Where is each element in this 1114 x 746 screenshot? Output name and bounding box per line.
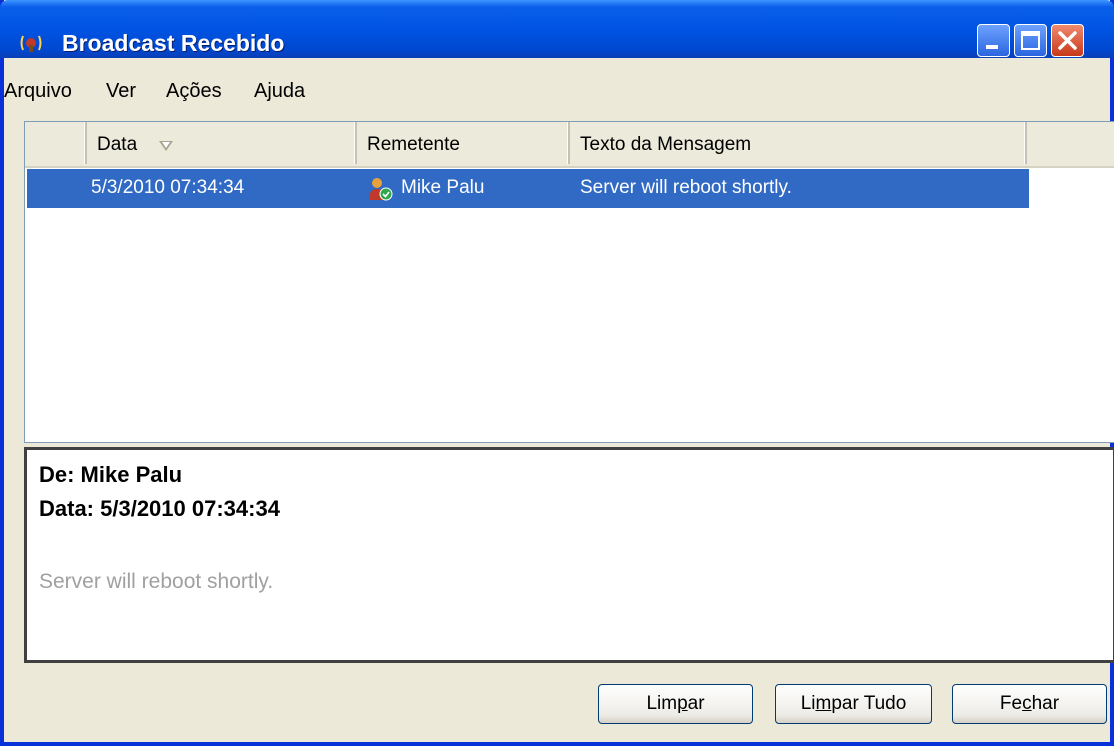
close-button-mnemonic: c: [1022, 693, 1032, 714]
close-window-button[interactable]: [1051, 24, 1084, 57]
clear-button-label-end: ar: [687, 693, 705, 714]
row-sender: Mike Palu: [401, 177, 485, 198]
clear-all-button-label: Li: [800, 693, 816, 714]
user-online-icon: [369, 178, 393, 201]
minimize-icon: [986, 45, 998, 49]
maximize-button[interactable]: [1014, 24, 1047, 57]
menu-ver[interactable]: Ver: [106, 80, 136, 103]
list-header: Data Remetente Texto da Mensagem: [25, 122, 1114, 168]
menu-bar: Arquivo Ver Ações Ajuda: [4, 58, 1110, 110]
minimize-button[interactable]: [977, 24, 1010, 57]
clear-all-button[interactable]: Limpar Tudo: [775, 684, 932, 724]
menu-acoes[interactable]: Ações: [166, 80, 222, 103]
clear-all-button-label-end: par Tudo: [831, 693, 907, 714]
sort-descending-icon: [159, 141, 173, 151]
close-button-label-end: har: [1031, 693, 1060, 714]
preview-body: Server will reboot shortly.: [39, 570, 274, 593]
clear-button-mnemonic: p: [677, 693, 688, 714]
menu-arquivo[interactable]: Arquivo: [4, 80, 72, 103]
message-preview: De: Mike Palu Data: 5/3/2010 07:34:34 Se…: [24, 447, 1114, 663]
preview-from: De: Mike Palu: [39, 462, 183, 487]
menu-ajuda[interactable]: Ajuda: [254, 80, 305, 103]
maximize-icon: [1021, 31, 1040, 50]
broadcast-icon: [20, 35, 42, 52]
clear-button-label: Lim: [646, 693, 678, 714]
column-header-data[interactable]: Data: [87, 122, 357, 164]
column-header-texto[interactable]: Texto da Mensagem: [570, 122, 1027, 164]
clear-all-button-mnemonic: m: [815, 693, 832, 714]
column-header-data-label: Data: [97, 134, 138, 155]
clear-button[interactable]: Limpar: [598, 684, 753, 724]
close-button-label: Fe: [999, 693, 1023, 714]
row-date: 5/3/2010 07:34:34: [91, 177, 245, 198]
column-header-icon[interactable]: [25, 122, 87, 164]
window-title: Broadcast Recebido: [62, 30, 285, 56]
message-list[interactable]: Data Remetente Texto da Mensagem 5/3/201…: [24, 121, 1114, 443]
preview-date: Data: 5/3/2010 07:34:34: [39, 496, 280, 521]
title-bar[interactable]: Broadcast Recebido: [0, 0, 1114, 58]
column-header-remetente[interactable]: Remetente: [357, 122, 570, 164]
close-icon: [1058, 31, 1077, 50]
column-header-remetente-label: Remetente: [367, 134, 460, 155]
row-text: Server will reboot shortly.: [580, 177, 792, 198]
close-button[interactable]: Fechar: [952, 684, 1107, 724]
table-row[interactable]: 5/3/2010 07:34:34 Mike Palu Server will …: [27, 169, 1029, 208]
column-header-texto-label: Texto da Mensagem: [580, 134, 752, 155]
